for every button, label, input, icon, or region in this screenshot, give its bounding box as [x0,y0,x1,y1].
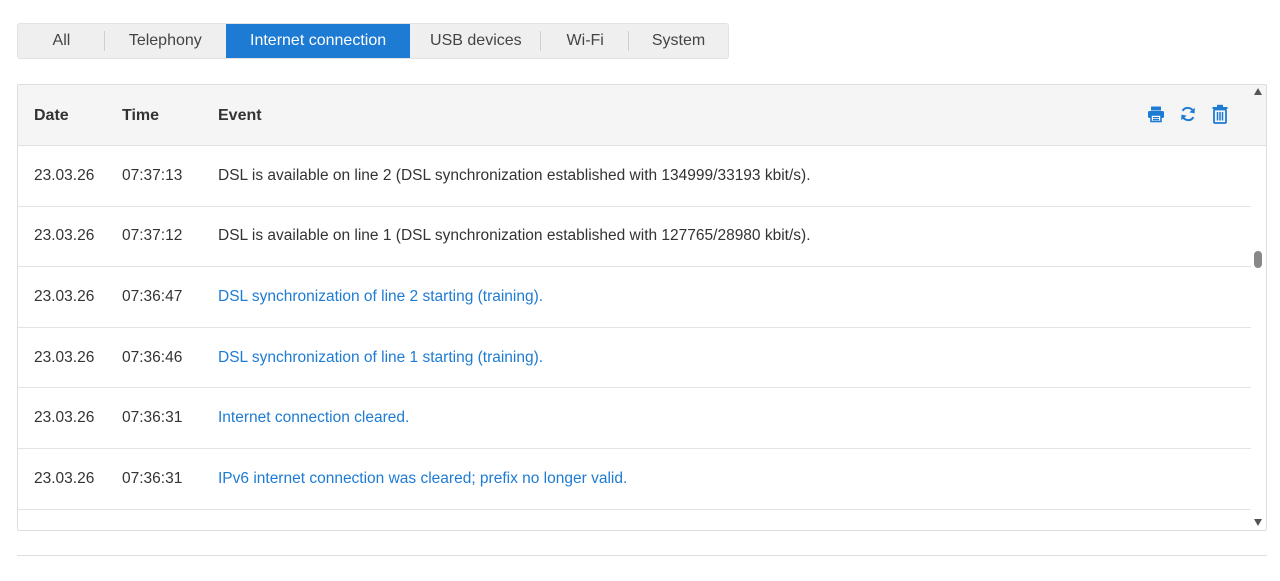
divider [17,555,1267,556]
scroll-down-arrow[interactable] [1254,519,1262,526]
tab-all[interactable]: All [18,24,105,58]
cell-event: DSL is available on line 2 (DSL synchron… [218,166,811,184]
refresh-icon[interactable] [1178,104,1198,124]
cell-time: 07:36:47 [122,287,183,305]
cell-date: 23.03.26 [34,348,95,366]
tab-usb-devices[interactable]: USB devices [410,24,542,58]
table-body: 23.03.26 07:37:13 DSL is available on li… [18,146,1251,510]
trash-icon[interactable] [1210,104,1230,124]
table-row: 23.03.26 07:36:47 DSL synchronization of… [18,267,1251,328]
tab-system[interactable]: System [629,24,728,58]
tab-internet-connection[interactable]: Internet connection [225,24,411,58]
vertical-scrollbar[interactable] [1251,84,1265,531]
event-table: Date Time Event 23.03.26 07:37:13 DSL is… [17,84,1267,531]
filter-tabs: All Telephony Internet connection USB de… [17,23,729,59]
column-header-event[interactable]: Event [218,85,262,146]
table-row: 23.03.26 07:36:31 IPv6 internet connecti… [18,449,1251,510]
cell-time: 07:36:31 [122,469,183,487]
scroll-up-arrow[interactable] [1254,88,1262,95]
scrollbar-thumb[interactable] [1254,251,1262,268]
tab-wifi[interactable]: Wi-Fi [541,24,630,58]
cell-date: 23.03.26 [34,469,95,487]
cell-time: 07:36:31 [122,409,183,427]
table-row: 23.03.26 07:36:31 Internet connection cl… [18,388,1251,449]
print-icon[interactable] [1146,104,1166,124]
event-link[interactable]: DSL synchronization of line 2 starting (… [218,267,543,327]
table-actions [1146,104,1230,124]
cell-time: 07:36:46 [122,348,183,366]
cell-date: 23.03.26 [34,287,95,305]
table-header: Date Time Event [18,85,1266,146]
event-link[interactable]: DSL synchronization of line 1 starting (… [218,328,543,388]
column-header-date[interactable]: Date [34,85,69,146]
cell-time: 07:37:12 [122,227,183,245]
cell-date: 23.03.26 [34,166,95,184]
table-row: 23.03.26 07:36:46 DSL synchronization of… [18,328,1251,389]
cell-time: 07:37:13 [122,166,183,184]
tab-telephony[interactable]: Telephony [105,24,226,58]
event-link[interactable]: Internet connection cleared. [218,388,409,448]
table-row: 23.03.26 07:37:13 DSL is available on li… [18,146,1251,207]
event-log-page: All Telephony Internet connection USB de… [0,0,1280,581]
event-link[interactable]: IPv6 internet connection was cleared; pr… [218,449,627,509]
table-row: 23.03.26 07:37:12 DSL is available on li… [18,207,1251,268]
cell-event: DSL is available on line 1 (DSL synchron… [218,227,811,245]
column-header-time[interactable]: Time [122,85,159,146]
cell-date: 23.03.26 [34,409,95,427]
cell-date: 23.03.26 [34,227,95,245]
